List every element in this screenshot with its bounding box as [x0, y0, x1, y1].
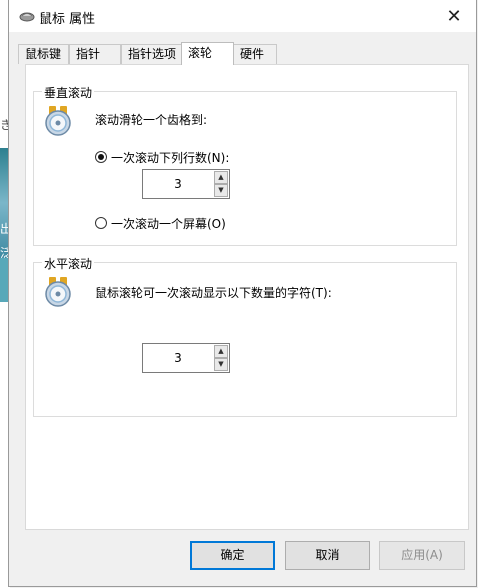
title-bar[interactable]: 鼠标 属性 ✕ [9, 0, 476, 32]
vertical-scroll-label: 垂直滚动 [42, 84, 95, 101]
lines-spinner[interactable]: 3 ▲ ▼ [142, 169, 230, 199]
vertical-scroll-group: 垂直滚动 滚动滑轮一个齿格到: 一次滚动下列行数(N): 3 ▲ ▼ 一次滚动一… [33, 84, 457, 246]
lines-radio[interactable] [95, 151, 107, 163]
vertical-scroll-description: 滚动滑轮一个齿格到: [95, 113, 208, 127]
horizontal-scroll-group: 水平滚动 鼠标滚轮可一次滚动显示以下数量的字符(T): 3 ▲ ▼ [33, 255, 457, 417]
ok-button[interactable]: 确定 [190, 541, 275, 570]
tab-hardware[interactable]: 硬件 [233, 44, 277, 64]
scroll-wheel-icon [45, 106, 71, 136]
tab-mouse-buttons[interactable]: 鼠标键 [18, 44, 69, 64]
mouse-properties-dialog: 鼠标 属性 ✕ 鼠标键 指针 指针选项 滚轮 硬件 垂直滚动 滚动滑轮一个齿格到… [8, 0, 477, 587]
lines-value[interactable]: 3 [143, 170, 213, 198]
lines-radio-label[interactable]: 一次滚动下列行数(N): [111, 149, 229, 166]
tab-wheel[interactable]: 滚轮 [181, 42, 234, 65]
horizontal-scroll-description: 鼠标滚轮可一次滚动显示以下数量的字符(T): [95, 286, 332, 300]
mouse-icon [19, 12, 35, 22]
tab-pointer-options[interactable]: 指针选项 [121, 44, 182, 64]
scroll-wheel-icon [45, 277, 71, 307]
screen-radio-label[interactable]: 一次滚动一个屏幕(O) [111, 215, 226, 232]
tab-pointers[interactable]: 指针 [69, 44, 121, 64]
chars-spinner[interactable]: 3 ▲ ▼ [142, 343, 230, 373]
apply-button[interactable]: 应用(A) [379, 541, 465, 570]
close-button[interactable]: ✕ [432, 0, 476, 32]
chars-value[interactable]: 3 [143, 344, 213, 372]
wheel-tab-panel: 垂直滚动 滚动滑轮一个齿格到: 一次滚动下列行数(N): 3 ▲ ▼ 一次滚动一… [25, 64, 469, 530]
horizontal-scroll-label: 水平滚动 [42, 255, 95, 272]
cancel-button[interactable]: 取消 [285, 541, 370, 570]
spin-down-button[interactable]: ▼ [214, 358, 228, 371]
spin-up-button[interactable]: ▲ [214, 171, 228, 184]
spin-up-button[interactable]: ▲ [214, 345, 228, 358]
window-title: 鼠标 属性 [39, 12, 96, 27]
spin-down-button[interactable]: ▼ [214, 184, 228, 197]
screen-radio[interactable] [95, 217, 107, 229]
